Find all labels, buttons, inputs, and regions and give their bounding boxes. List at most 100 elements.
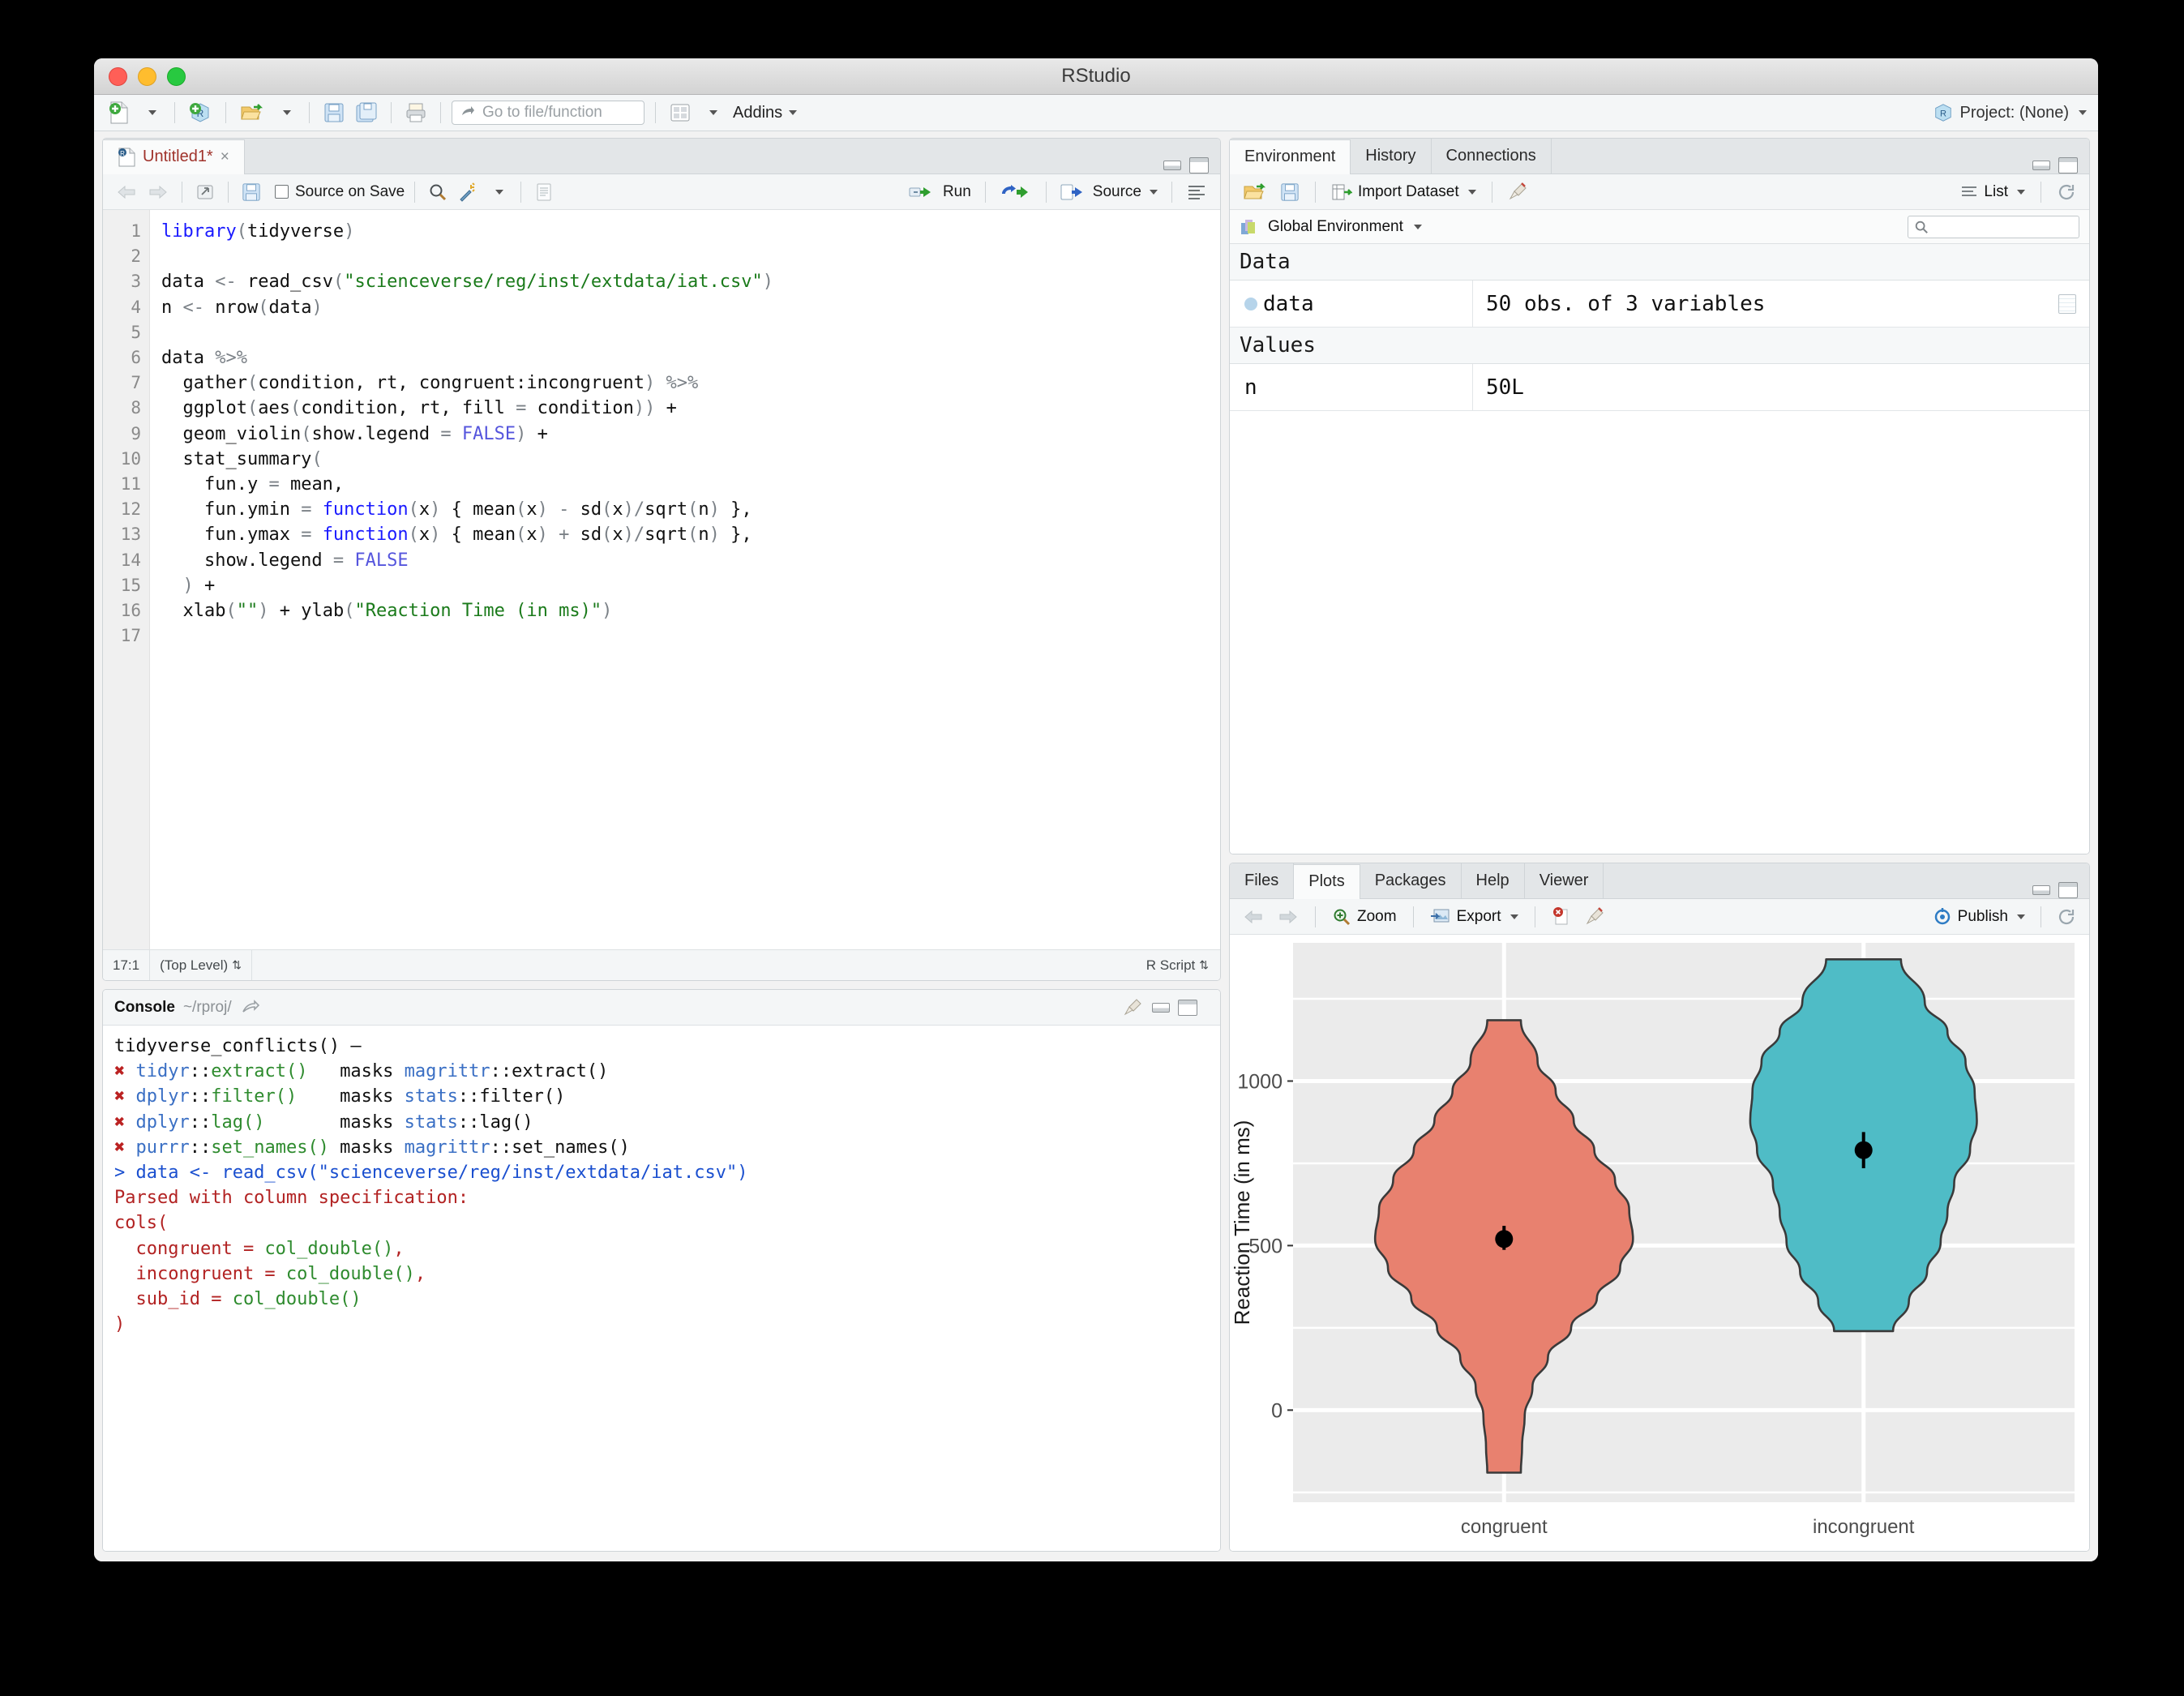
tab-connections[interactable]: Connections <box>1432 139 1552 173</box>
maximize-pane-icon[interactable] <box>1189 157 1209 173</box>
open-file-button[interactable] <box>237 98 268 127</box>
publish-button[interactable]: Publish <box>1929 902 2028 932</box>
close-icon[interactable]: × <box>221 148 229 166</box>
source-on-save-checkbox[interactable]: Source on Save <box>275 183 405 201</box>
new-file-button[interactable] <box>105 98 133 127</box>
code-editor[interactable]: 1 2 3 4 5 6 7 8 9 10 11 12 13 14 15 16 17 library(tidyve… <box>103 210 1220 949</box>
panes-layout-dropdown[interactable] <box>699 98 725 127</box>
save-workspace-button[interactable] <box>1277 178 1303 207</box>
source-tab-untitled1[interactable]: R Untitled1* × <box>103 139 245 174</box>
file-type-selector[interactable]: R Script ⇅ <box>1135 957 1220 974</box>
tab-files[interactable]: Files <box>1230 863 1295 898</box>
save-source-button[interactable] <box>238 178 264 207</box>
environment-pane-controls[interactable] <box>2032 157 2089 173</box>
project-menu[interactable]: R Project: (None) <box>1933 102 2087 123</box>
code-tools-button[interactable] <box>455 178 481 207</box>
code-line[interactable] <box>161 623 1220 649</box>
tab-environment[interactable]: Environment <box>1230 139 1351 174</box>
compile-report-button[interactable] <box>531 178 557 207</box>
minimize-pane-icon[interactable] <box>1152 1002 1170 1013</box>
save-all-button[interactable] <box>353 98 380 127</box>
new-file-dropdown[interactable] <box>138 98 164 127</box>
console-output[interactable]: tidyverse_conflicts() — ✖ tidyr::extract(… <box>103 1026 1220 1551</box>
expand-icon[interactable] <box>1244 297 1257 311</box>
environment-scope-label[interactable]: Global Environment <box>1268 218 1403 236</box>
console-pane-controls[interactable] <box>1123 997 1209 1018</box>
environment-row[interactable]: data 50 obs. of 3 variables <box>1230 281 2089 328</box>
next-plot-button[interactable] <box>1274 902 1302 932</box>
maximize-pane-icon[interactable] <box>2058 882 2078 898</box>
minimize-pane-icon[interactable] <box>2032 161 2050 170</box>
code-line[interactable] <box>161 320 1220 345</box>
code-token: ) <box>709 525 720 546</box>
previous-plot-button[interactable] <box>1240 902 1267 932</box>
run-button[interactable]: Run <box>906 178 974 207</box>
view-mode-selector[interactable]: List <box>1957 178 2028 207</box>
plots-pane-controls[interactable] <box>2032 882 2089 898</box>
code-line[interactable]: fun.ymin = function(x) { mean(x) - sd(x)… <box>161 497 1220 522</box>
code-line[interactable]: data <- read_csv("scienceverse/reg/inst/… <box>161 269 1220 294</box>
load-workspace-button[interactable] <box>1240 178 1270 207</box>
clear-objects-button[interactable] <box>1505 178 1532 207</box>
code-line[interactable]: fun.y = mean, <box>161 472 1220 497</box>
chevron-down-icon[interactable] <box>1413 224 1422 229</box>
code-line[interactable]: ) + <box>161 573 1220 598</box>
environment-row[interactable]: n 50L <box>1230 364 2089 411</box>
tab-help[interactable]: Help <box>1462 863 1525 898</box>
clear-plots-button[interactable] <box>1582 902 1609 932</box>
code-line[interactable]: xlab("") + ylab("Reaction Time (in ms)") <box>161 598 1220 623</box>
window-controls[interactable] <box>109 66 186 86</box>
open-file-dropdown[interactable] <box>272 98 298 127</box>
addins-button[interactable]: Addins <box>730 98 800 127</box>
code-line[interactable]: show.legend = FALSE <box>161 548 1220 573</box>
tab-plots[interactable]: Plots <box>1294 864 1360 899</box>
checkbox-icon[interactable] <box>275 185 289 199</box>
minimize-window-button[interactable] <box>138 66 156 86</box>
print-button[interactable] <box>402 98 430 127</box>
code-line[interactable]: n <- nrow(data) <box>161 295 1220 320</box>
maximize-pane-icon[interactable] <box>2058 157 2078 173</box>
panes-layout-button[interactable] <box>666 98 694 127</box>
code-line[interactable]: ggplot(aes(condition, rt, fill = conditi… <box>161 396 1220 421</box>
remove-plot-button[interactable] <box>1548 902 1574 932</box>
view-dataframe-icon[interactable] <box>2058 293 2076 314</box>
clear-console-icon[interactable] <box>1123 997 1144 1018</box>
code-line[interactable] <box>161 244 1220 269</box>
document-outline-button[interactable] <box>1183 178 1210 207</box>
source-button[interactable]: Source <box>1057 178 1161 207</box>
find-replace-button[interactable] <box>425 178 451 207</box>
refresh-plot-button[interactable] <box>2053 902 2079 932</box>
tab-history[interactable]: History <box>1351 139 1432 173</box>
minimize-pane-icon[interactable] <box>2032 885 2050 895</box>
maximize-window-button[interactable] <box>167 66 186 86</box>
console-popout-icon[interactable] <box>240 999 259 1017</box>
zoom-plot-button[interactable]: Zoom <box>1329 902 1400 932</box>
forward-button[interactable] <box>144 178 172 207</box>
scope-selector[interactable]: (Top Level) ⇅ <box>150 950 252 980</box>
back-button[interactable] <box>113 178 140 207</box>
environment-search-input[interactable] <box>1908 215 2079 238</box>
refresh-environment-button[interactable] <box>2053 178 2079 207</box>
code-line[interactable]: fun.ymax = function(x) { mean(x) + sd(x)… <box>161 522 1220 547</box>
code-text[interactable]: library(tidyverse) data <- read_csv("sci… <box>150 210 1220 949</box>
close-window-button[interactable] <box>109 66 127 86</box>
export-plot-button[interactable]: Export <box>1427 902 1522 932</box>
import-dataset-button[interactable]: Import Dataset <box>1328 178 1480 207</box>
plot-canvas[interactable]: 0 500 1000 Reaction Time (in ms) congruent in… <box>1230 935 2089 1551</box>
code-line[interactable]: library(tidyverse) <box>161 219 1220 244</box>
code-line[interactable]: data %>% <box>161 345 1220 370</box>
code-line[interactable]: stat_summary( <box>161 447 1220 472</box>
code-tools-dropdown[interactable] <box>485 178 511 207</box>
source-pane-controls[interactable] <box>1163 157 1220 173</box>
goto-file-function-input[interactable]: Go to file/function <box>452 101 644 125</box>
code-line[interactable]: gather(condition, rt, congruent:incongru… <box>161 370 1220 396</box>
code-line[interactable]: geom_violin(show.legend = FALSE) + <box>161 422 1220 447</box>
show-in-new-window-button[interactable] <box>192 178 218 207</box>
tab-viewer[interactable]: Viewer <box>1525 863 1604 898</box>
tab-packages[interactable]: Packages <box>1360 863 1462 898</box>
save-button[interactable] <box>320 98 348 127</box>
maximize-pane-icon[interactable] <box>1178 999 1197 1016</box>
rerun-button[interactable] <box>996 178 1035 207</box>
minimize-pane-icon[interactable] <box>1163 161 1181 170</box>
new-project-button[interactable]: R <box>186 98 215 127</box>
